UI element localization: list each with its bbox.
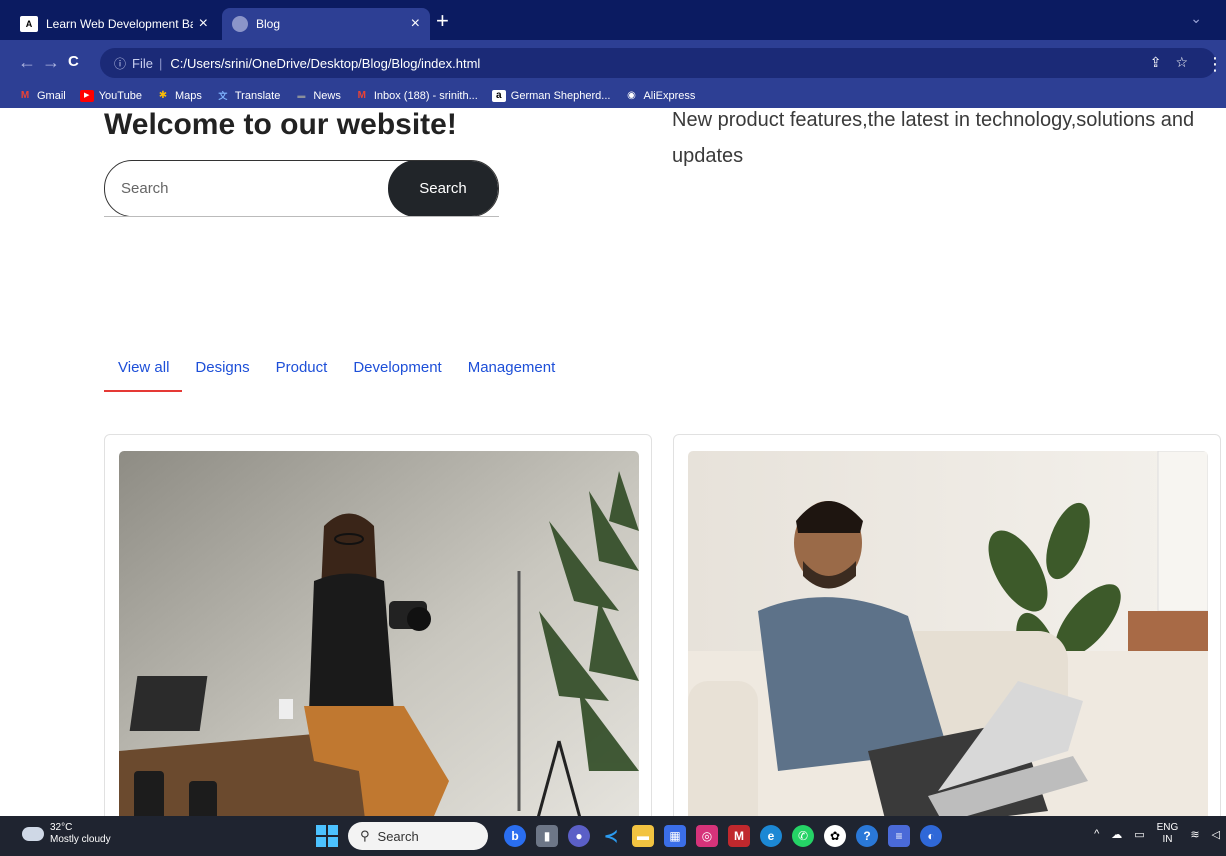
reload-button[interactable]: C [68, 53, 79, 70]
tab-blog[interactable]: Blog × [222, 8, 430, 40]
forward-button[interactable]: → [42, 52, 60, 73]
battery-icon[interactable]: ▭ [1134, 828, 1144, 841]
info-icon[interactable]: ⓘ [114, 55, 126, 72]
bookmark-german-shepherd[interactable]: a German Shepherd... [491, 90, 611, 102]
bookmark-gmail[interactable]: M Gmail [18, 90, 66, 102]
bookmark-label: YouTube [98, 90, 142, 102]
photographer-illustration [119, 451, 639, 816]
close-icon[interactable]: × [199, 15, 208, 33]
weather-condition: Mostly cloudy [50, 834, 111, 845]
page-viewport: Welcome to our website! New product feat… [0, 108, 1226, 816]
tab-management[interactable]: Management [455, 356, 569, 392]
address-separator: | [158, 55, 163, 71]
search-input[interactable] [105, 161, 388, 216]
volume-icon[interactable]: ◁ [1212, 828, 1220, 841]
tab-view-all[interactable]: View all [104, 356, 183, 392]
tab-favicon-icon: A [20, 16, 38, 32]
help-icon[interactable]: ? [856, 825, 878, 847]
system-tray: ^ ☁ ▭ ENG IN ≋ ◁ [1094, 822, 1220, 846]
gmail-icon: M [357, 90, 367, 101]
blog-card[interactable] [673, 434, 1221, 816]
bookmark-maps[interactable]: ✱ Maps [156, 90, 202, 102]
bookmark-label: Gmail [37, 90, 66, 102]
tab-designs[interactable]: Designs [182, 356, 262, 392]
blog-card-image-laptop-man[interactable] [688, 451, 1208, 816]
language-code: ENG [1156, 822, 1179, 833]
translate-icon: 文 [218, 91, 228, 101]
search-form: Search [104, 160, 499, 217]
bookmark-label: Inbox (188) - srinith... [373, 90, 478, 102]
close-icon[interactable]: × [411, 15, 420, 33]
language-indicator[interactable]: ENG IN [1157, 822, 1179, 846]
gmail-icon: M [20, 90, 30, 101]
weather-cloud-icon [19, 823, 44, 841]
tagline-text: New product features,the latest in techn… [672, 109, 1195, 167]
category-filter-tabs: View all Designs Product Development Man… [104, 356, 568, 392]
instagram-icon[interactable]: ◎ [696, 825, 718, 847]
bing-icon[interactable]: b [504, 825, 526, 847]
vscode-icon[interactable]: ≺ [600, 825, 622, 847]
search-button[interactable]: Search [388, 161, 498, 216]
whatsapp-icon[interactable]: ✆ [792, 825, 814, 847]
bookmark-label: News [313, 90, 341, 102]
mcafee-icon[interactable]: M [728, 825, 750, 847]
teams-chat-icon[interactable]: ● [568, 825, 590, 847]
notepad-icon[interactable]: ≡ [888, 825, 910, 847]
menu-icon[interactable]: ⋮ [1206, 54, 1224, 75]
bookmark-aliexpress[interactable]: ◉ AliExpress [624, 90, 695, 102]
chrome-icon[interactable]: ◐ [920, 825, 942, 847]
url-text[interactable]: C:/Users/srini/OneDrive/Desktop/Blog/Blo… [170, 56, 480, 71]
search-icon: ⚲ [360, 828, 370, 843]
bookmark-label: AliExpress [643, 90, 696, 102]
globe-icon [232, 16, 248, 32]
browser-toolbar: ← → C ⓘ File | C:/Users/srini/OneDrive/D… [0, 40, 1226, 84]
tab-title: Blog [256, 17, 281, 31]
blog-card[interactable] [104, 434, 652, 816]
bookmark-news[interactable]: ▬ News [294, 90, 341, 102]
tab-title: Learn Web Development Basics – [46, 17, 193, 31]
divider [104, 216, 499, 217]
scheme-label: File [132, 55, 153, 71]
task-view-icon[interactable]: ▮ [536, 825, 558, 847]
bookmark-label: Translate [234, 90, 281, 102]
maps-icon: ✱ [158, 90, 168, 101]
file-explorer-icon[interactable]: ▬ [632, 825, 654, 847]
weather-widget[interactable]: 32°C Mostly cloudy [19, 822, 111, 846]
taskbar: 32°C Mostly cloudy ⚲ Search b ▮ ● ≺ ▬ ▦ … [0, 816, 1226, 856]
address-bar[interactable]: ⓘ File | C:/Users/srini/OneDrive/Desktop… [100, 48, 1216, 78]
back-button[interactable]: ← [18, 52, 36, 73]
taskbar-search[interactable]: ⚲ Search [348, 822, 488, 850]
taskbar-search-label: Search [377, 828, 419, 844]
laptop-man-illustration [688, 451, 1208, 816]
chevron-up-icon[interactable]: ^ [1094, 828, 1099, 840]
wifi-icon[interactable]: ≋ [1190, 828, 1199, 841]
windows-start-icon[interactable] [316, 825, 338, 847]
aliexpress-icon: ◉ [627, 90, 636, 101]
edge-icon[interactable]: e [760, 825, 782, 847]
bookmark-label: Maps [174, 90, 202, 102]
youtube-icon: ▶ [79, 90, 94, 102]
bookmark-label: German Shepherd... [510, 90, 611, 102]
microsoft-store-icon[interactable]: ▦ [664, 825, 686, 847]
temperature: 32°C [50, 822, 73, 833]
blog-card-image-photographer[interactable] [119, 451, 639, 816]
news-icon: ▬ [297, 91, 306, 100]
chatgpt-icon[interactable]: ✿ [824, 825, 846, 847]
tab-learn-web-dev[interactable]: A Learn Web Development Basics – × [10, 8, 218, 40]
bookmarks-bar: M Gmail ▶ YouTube ✱ Maps 文 Translate ▬ News M… [0, 84, 1226, 108]
bookmark-translate[interactable]: 文 Translate [216, 90, 280, 102]
amazon-icon: a [491, 90, 506, 102]
region-code: IN [1162, 834, 1173, 845]
tab-development[interactable]: Development [340, 356, 454, 392]
onedrive-icon[interactable]: ☁ [1111, 828, 1122, 841]
bookmark-inbox[interactable]: M Inbox (188) - srinith... [355, 90, 478, 102]
bookmark-youtube[interactable]: ▶ YouTube [79, 90, 142, 102]
welcome-heading: Welcome to our website! [104, 108, 457, 141]
browser-tab-strip: A Learn Web Development Basics – × Blog … [0, 0, 1226, 40]
tab-product[interactable]: Product [263, 356, 341, 392]
tab-search-chevron-icon[interactable]: ⌄ [1190, 10, 1202, 27]
new-tab-button[interactable]: + [436, 10, 449, 32]
taskbar-apps: ⚲ Search b ▮ ● ≺ ▬ ▦ ◎ M e ✆ ✿ ? ≡ ◐ [316, 822, 942, 850]
share-bookmark-icons[interactable]: ⇪☆ [1150, 54, 1202, 71]
